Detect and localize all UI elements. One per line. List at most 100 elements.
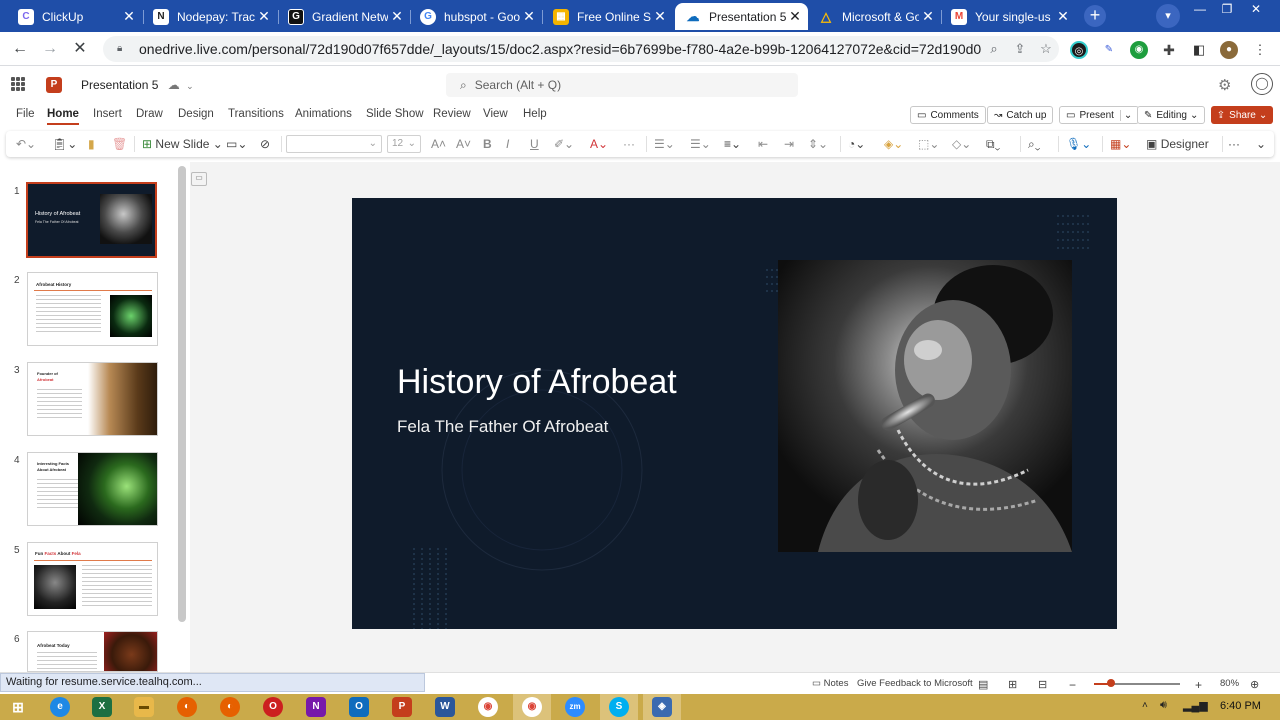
- side-panel-icon[interactable]: ◧: [1190, 41, 1208, 59]
- browser-tab-gradient[interactable]: G Gradient Netw ✕: [278, 3, 410, 30]
- font-color-icon[interactable]: A⌄: [590, 137, 608, 151]
- excel-icon[interactable]: X: [92, 697, 112, 717]
- browser-tab-free-online-slides[interactable]: ▦ Free Online Sli ✕: [543, 3, 673, 30]
- tab-view[interactable]: View: [483, 108, 508, 120]
- notes-button[interactable]: ▭ Notes: [812, 678, 848, 689]
- powerpoint-logo-icon[interactable]: P: [46, 77, 62, 93]
- slide-thumbnail-3[interactable]: Founder of Afrobeat: [27, 362, 158, 436]
- clock-time[interactable]: 6:40 PM: [1220, 700, 1261, 712]
- tab-design[interactable]: Design: [178, 108, 214, 120]
- share-page-icon[interactable]: ⇪: [1007, 41, 1033, 57]
- windows-start-icon[interactable]: ⊞: [8, 697, 28, 717]
- arrange-icon[interactable]: ⧉⌄: [986, 137, 1000, 152]
- tray-chevron-icon[interactable]: ˄: [1142, 700, 1148, 711]
- increase-indent-icon[interactable]: ⇥: [784, 137, 794, 151]
- volume-icon[interactable]: 🔊︎: [1160, 699, 1167, 712]
- bookmark-star-icon[interactable]: ☆: [1033, 41, 1059, 57]
- onenote-icon[interactable]: N: [306, 697, 326, 717]
- profile-avatar[interactable]: ●: [1220, 41, 1238, 59]
- zoom-out-icon[interactable]: −: [1069, 678, 1076, 692]
- bold-icon[interactable]: B: [483, 137, 492, 151]
- shapes-icon[interactable]: ◔⌄: [848, 137, 865, 151]
- format-painter-icon[interactable]: ▮: [88, 137, 95, 151]
- powerpoint-icon[interactable]: P: [392, 697, 412, 717]
- numbering-icon[interactable]: ☰⌄: [690, 137, 711, 151]
- bullets-icon[interactable]: ☰⌄: [654, 137, 675, 151]
- network-icon[interactable]: ▂▄▆: [1183, 699, 1208, 712]
- slide-thumbnail-1[interactable]: History of Afrobeat Fela The Father Of A…: [26, 182, 157, 258]
- chrome-icon[interactable]: ◉: [478, 697, 498, 717]
- search-box[interactable]: ⌕ Search (Alt + Q): [446, 73, 798, 97]
- collapse-pane-icon[interactable]: ▭: [191, 172, 207, 186]
- tab-slide-show[interactable]: Slide Show: [366, 108, 424, 120]
- layout-icon[interactable]: ▭⌄: [226, 137, 247, 151]
- minimize-button[interactable]: —: [1185, 0, 1215, 18]
- undo-icon[interactable]: ↶⌄: [16, 137, 36, 151]
- restore-button[interactable]: ❐: [1212, 0, 1242, 18]
- browser-tab-gmail[interactable]: M Your single-us ✕: [941, 3, 1076, 30]
- zoom-level[interactable]: 80%: [1220, 678, 1239, 689]
- new-tab-button[interactable]: +: [1084, 5, 1106, 27]
- stop-loading-button[interactable]: ✕: [70, 40, 90, 60]
- dictate-icon[interactable]: 🎙︎⌄: [1066, 137, 1091, 151]
- shape-outline-icon[interactable]: ⬚⌄: [918, 137, 939, 151]
- back-button[interactable]: ←: [10, 40, 30, 60]
- close-icon[interactable]: ✕: [520, 8, 538, 25]
- tab-home[interactable]: Home: [47, 108, 79, 125]
- slide-sorter-icon[interactable]: ⊞: [1008, 678, 1017, 691]
- account-avatar[interactable]: ◯: [1251, 73, 1273, 95]
- internet-explorer-icon[interactable]: e: [50, 697, 70, 717]
- window-close-button[interactable]: ✕: [1241, 0, 1271, 18]
- slide-thumbnail-2[interactable]: Afrobeat History: [27, 272, 158, 346]
- slide-thumbnail-6[interactable]: Afrobeat Today: [27, 631, 158, 672]
- chrome-active-icon[interactable]: ◉: [522, 697, 542, 717]
- shape-effects-icon[interactable]: ◇⌄: [952, 137, 971, 151]
- highlight-icon[interactable]: ✐⌄: [554, 137, 574, 151]
- zoom-app-icon[interactable]: zm: [565, 697, 585, 717]
- browser-tab-microsoft-google[interactable]: △ Microsoft & Go ✕: [808, 3, 941, 30]
- firefox-icon[interactable]: ◐: [177, 697, 197, 717]
- address-bar[interactable]: 🔒︎ onedrive.live.com/personal/72d190d07f…: [103, 36, 1059, 62]
- opera-icon[interactable]: O: [263, 697, 283, 717]
- browser-menu-icon[interactable]: ⋮: [1251, 41, 1269, 59]
- tab-transitions[interactable]: Transitions: [228, 108, 284, 120]
- line-spacing-icon[interactable]: ⇕⌄: [808, 137, 828, 151]
- zoom-slider-thumb[interactable]: [1107, 679, 1116, 687]
- tab-search-button[interactable]: ▾: [1156, 4, 1180, 28]
- close-icon[interactable]: ✕: [651, 8, 669, 25]
- paste-icon[interactable]: 📋︎⌄: [52, 137, 77, 151]
- word-icon[interactable]: W: [435, 697, 455, 717]
- more-font-options-icon[interactable]: ···: [623, 137, 635, 151]
- browser-tab-presentation[interactable]: ☁ Presentation 5 ✕: [675, 3, 808, 30]
- document-title[interactable]: Presentation 5 ☁ ⌄: [81, 78, 194, 92]
- slide-thumbnail-5[interactable]: Fun Facts About Fela: [27, 542, 158, 616]
- extension-wand-icon[interactable]: ✎: [1100, 41, 1118, 59]
- slide-canvas[interactable]: History of Afrobeat Fela The Father Of A…: [352, 198, 1117, 629]
- close-icon[interactable]: ✕: [255, 8, 273, 25]
- hide-slide-icon[interactable]: ⊘: [260, 137, 270, 151]
- slide-subtitle[interactable]: Fela The Father Of Afrobeat: [397, 417, 608, 437]
- slide-thumbnail-4[interactable]: Interesting Facts About Afrobeat: [27, 452, 158, 526]
- designer-button[interactable]: ▣ Designer: [1146, 137, 1209, 151]
- font-size-box[interactable]: 12 ⌄: [387, 135, 421, 153]
- close-icon[interactable]: ✕: [120, 8, 138, 25]
- find-icon[interactable]: ⌕⌄: [1028, 137, 1040, 152]
- new-slide-button[interactable]: ⊞ New Slide ⌄: [142, 137, 223, 151]
- outlook-icon[interactable]: O: [349, 697, 369, 717]
- tab-review[interactable]: Review: [433, 108, 471, 120]
- shield-app-icon[interactable]: ◈: [652, 697, 672, 717]
- font-name-box[interactable]: ⌄: [286, 135, 382, 153]
- align-icon[interactable]: ≡⌄: [724, 137, 741, 151]
- delete-icon[interactable]: 🗑︎: [112, 137, 127, 151]
- tab-insert[interactable]: Insert: [93, 108, 122, 120]
- decrease-font-icon[interactable]: A˅: [456, 137, 471, 151]
- close-icon[interactable]: ✕: [388, 8, 406, 25]
- thumbnail-scrollbar[interactable]: [178, 166, 186, 622]
- extension-green-icon[interactable]: ◉: [1130, 41, 1148, 59]
- present-button[interactable]: ▭ Present ⌄: [1059, 106, 1140, 124]
- forward-button[interactable]: →: [40, 40, 60, 60]
- tab-animations[interactable]: Animations: [295, 108, 352, 120]
- reading-view-icon[interactable]: ⊟: [1038, 678, 1047, 691]
- app-launcher-icon[interactable]: [11, 77, 25, 91]
- expand-ribbon-icon[interactable]: ⌄: [1256, 137, 1266, 151]
